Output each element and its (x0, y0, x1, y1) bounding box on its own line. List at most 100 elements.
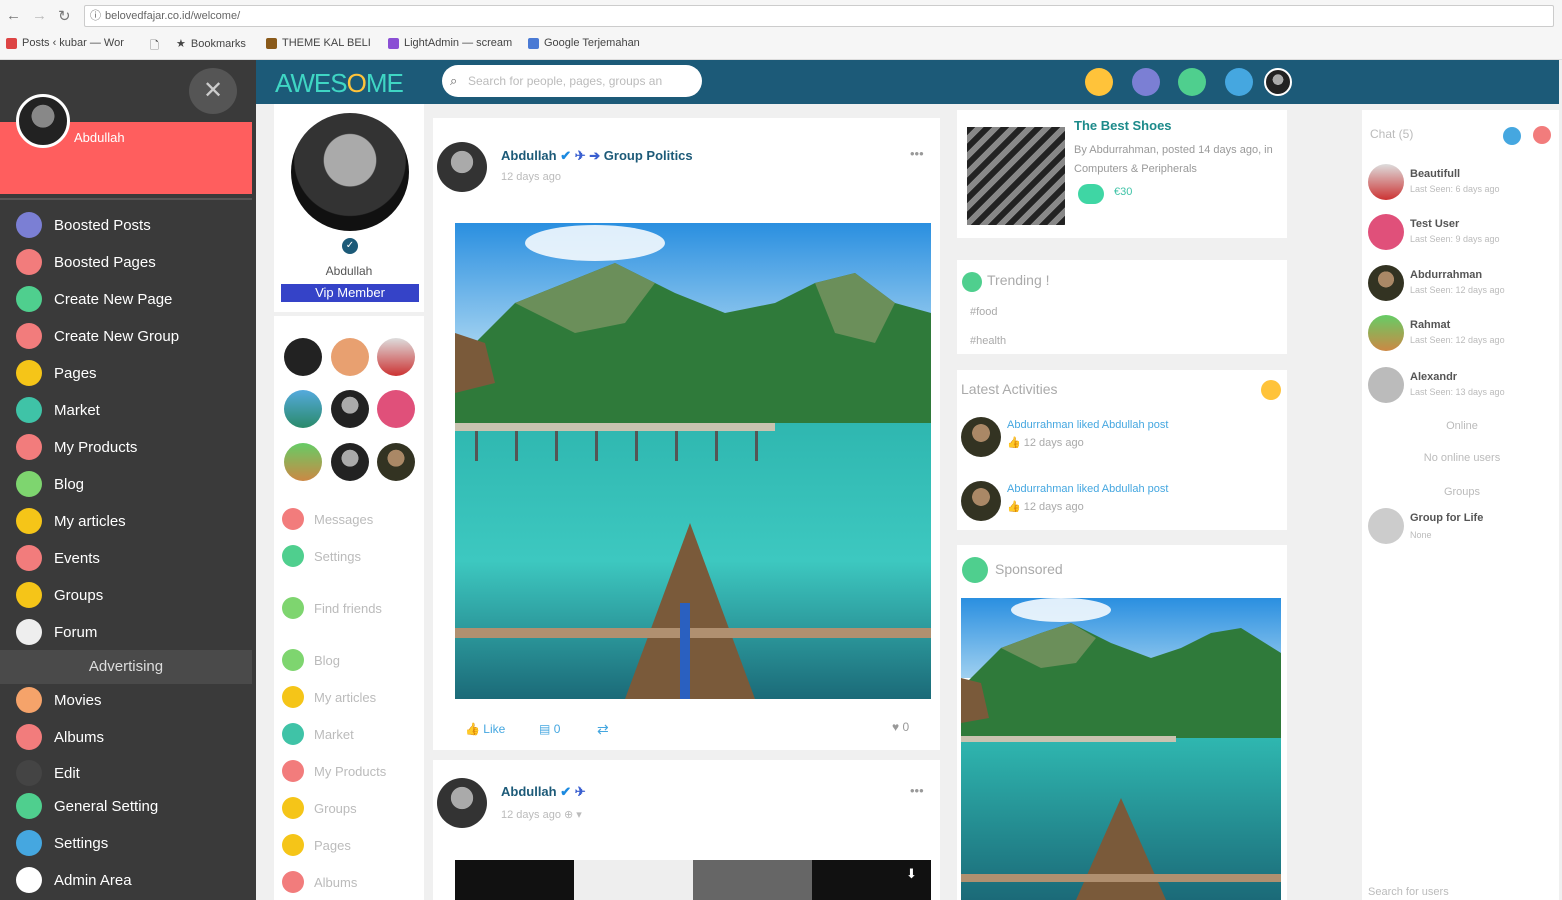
sidebar-item[interactable]: Groups (16, 582, 252, 608)
group-avatar[interactable] (1368, 508, 1404, 544)
sidebar-item[interactable]: Admin Area (16, 867, 252, 893)
bookmark-item[interactable]: LightAdmin — scream (388, 37, 512, 49)
reload-icon[interactable]: ↻ (58, 7, 71, 25)
profile-avatar[interactable] (291, 113, 409, 231)
activity-text[interactable]: Abdurrahman liked Abdullah post (1007, 419, 1168, 431)
chat-search-input[interactable]: Search for users (1368, 886, 1449, 898)
sidebar-item[interactable]: Blog (16, 471, 252, 497)
profile-name[interactable]: Abdullah (274, 264, 424, 278)
chat-close-icon[interactable] (1533, 126, 1551, 144)
sidebar-item[interactable]: General Setting (16, 793, 252, 819)
bookmark-item[interactable]: THEME KAL BELI (266, 37, 371, 49)
notifications-icon[interactable] (1225, 68, 1253, 96)
home-icon[interactable] (1085, 68, 1113, 96)
close-sidebar-button[interactable]: ✕ (189, 68, 237, 114)
search-input[interactable]: ⌕ Search for people, pages, groups an (442, 65, 702, 97)
sidebar-item[interactable]: My articles (16, 508, 252, 534)
profile-link[interactable]: Pages (282, 833, 351, 857)
sidebar-section-advertising[interactable]: Advertising (0, 650, 252, 684)
comment-button[interactable]: ▤ 0 (539, 722, 560, 736)
bookmark-item[interactable]: 🗋 (150, 37, 159, 56)
more-icon[interactable]: ••• (910, 783, 924, 798)
friend-avatar[interactable] (377, 443, 415, 481)
friend-avatar[interactable] (377, 390, 415, 428)
profile-link[interactable]: Groups (282, 796, 357, 820)
chat-user[interactable]: Rahmat Last Seen: 12 days ago (1368, 315, 1548, 355)
sidebar-item[interactable]: Pages (16, 360, 252, 386)
menu-icon (16, 397, 42, 423)
sidebar-item[interactable]: Market (16, 397, 252, 423)
like-button[interactable]: 👍 Like (465, 722, 505, 736)
bookmark-item[interactable]: Posts ‹ kubar — Wor (6, 37, 124, 49)
sidebar-item[interactable]: Events (16, 545, 252, 571)
profile-link[interactable]: My articles (282, 685, 376, 709)
forward-icon[interactable]: → (32, 7, 47, 24)
download-icon[interactable]: ⬇ (906, 866, 917, 882)
post-image[interactable] (455, 860, 931, 900)
friends-icon[interactable] (1132, 68, 1160, 96)
sidebar-user-name[interactable]: Abdullah (74, 130, 125, 145)
sidebar-item-label: Create New Group (54, 327, 180, 345)
chat-user[interactable]: Beautifull Last Seen: 6 days ago (1368, 164, 1548, 204)
profile-link[interactable]: My Products (282, 759, 386, 783)
messages-icon[interactable] (1178, 68, 1206, 96)
sidebar-item-label: Events (54, 549, 100, 567)
sponsored-image[interactable] (961, 598, 1281, 900)
avatar[interactable] (961, 417, 1001, 457)
heart-button[interactable]: ♥ 0 (892, 720, 909, 734)
chat-user[interactable]: Test User Last Seen: 9 days ago (1368, 214, 1548, 254)
friend-avatar[interactable] (284, 443, 322, 481)
sidebar-item[interactable]: Settings (16, 830, 252, 856)
sidebar-item[interactable]: Albums (16, 724, 252, 750)
avatar[interactable] (961, 481, 1001, 521)
link-icon (282, 508, 304, 530)
trending-tag[interactable]: #health (970, 335, 1006, 347)
chat-user[interactable]: Alexandr Last Seen: 13 days ago (1368, 367, 1548, 407)
bookmark-item[interactable]: ★ Bookmarks (176, 37, 246, 51)
friend-avatar[interactable] (284, 390, 322, 428)
bookmark-item[interactable]: Google Terjemahan (528, 37, 640, 49)
sidebar-item[interactable]: Movies (16, 687, 252, 713)
chat-user[interactable]: Abdurrahman Last Seen: 12 days ago (1368, 265, 1548, 305)
back-icon[interactable]: ← (6, 7, 21, 24)
avatar[interactable] (16, 94, 70, 148)
avatar[interactable] (1264, 68, 1292, 96)
friend-avatar[interactable] (284, 338, 322, 376)
site-logo[interactable]: AWESOME (275, 68, 404, 99)
profile-link[interactable]: Messages (282, 507, 373, 531)
sidebar-item-label: Admin Area (54, 871, 132, 889)
activity-text[interactable]: Abdurrahman liked Abdullah post (1007, 483, 1168, 495)
profile-link[interactable]: Settings (282, 544, 361, 568)
friend-avatar[interactable] (331, 390, 369, 428)
post-image[interactable] (455, 223, 931, 699)
trending-tag[interactable]: #food (970, 306, 998, 318)
menu-icon (16, 545, 42, 571)
chat-settings-icon[interactable] (1503, 127, 1521, 145)
more-icon[interactable]: ••• (910, 146, 924, 161)
share-icon[interactable]: ⇄ (597, 721, 609, 738)
profile-link[interactable]: Find friends (282, 596, 382, 620)
sidebar-item[interactable]: Boosted Pages (16, 249, 252, 275)
sidebar-item[interactable]: Create New Page (16, 286, 252, 312)
chat-title: Chat (5) (1370, 127, 1414, 141)
group-name[interactable]: Group for Life (1410, 512, 1483, 524)
product-title[interactable]: The Best Shoes (1074, 118, 1172, 133)
friend-avatar[interactable] (331, 338, 369, 376)
sidebar-item[interactable]: Boosted Posts (16, 212, 252, 238)
profile-link[interactable]: Market (282, 722, 354, 746)
profile-link[interactable]: Albums (282, 870, 357, 894)
friend-avatar[interactable] (331, 443, 369, 481)
product-image[interactable] (967, 127, 1065, 225)
avatar[interactable] (437, 778, 487, 828)
post-author[interactable]: Abdullah ✔ ✈ ➔ Group Politics (501, 148, 693, 164)
friend-avatar[interactable] (377, 338, 415, 376)
address-bar[interactable]: ⓘ belovedfajar.co.id/welcome/ (84, 5, 1554, 27)
sidebar-item[interactable]: Create New Group (16, 323, 252, 349)
avatar[interactable] (437, 142, 487, 192)
sidebar-item[interactable]: Edit (16, 760, 252, 786)
post-author[interactable]: Abdullah ✔ ✈ (501, 784, 586, 800)
profile-link[interactable]: Blog (282, 648, 340, 672)
sidebar-item[interactable]: My Products (16, 434, 252, 460)
post-group-link[interactable]: Group Politics (604, 148, 693, 163)
sidebar-item[interactable]: Forum (16, 619, 252, 645)
